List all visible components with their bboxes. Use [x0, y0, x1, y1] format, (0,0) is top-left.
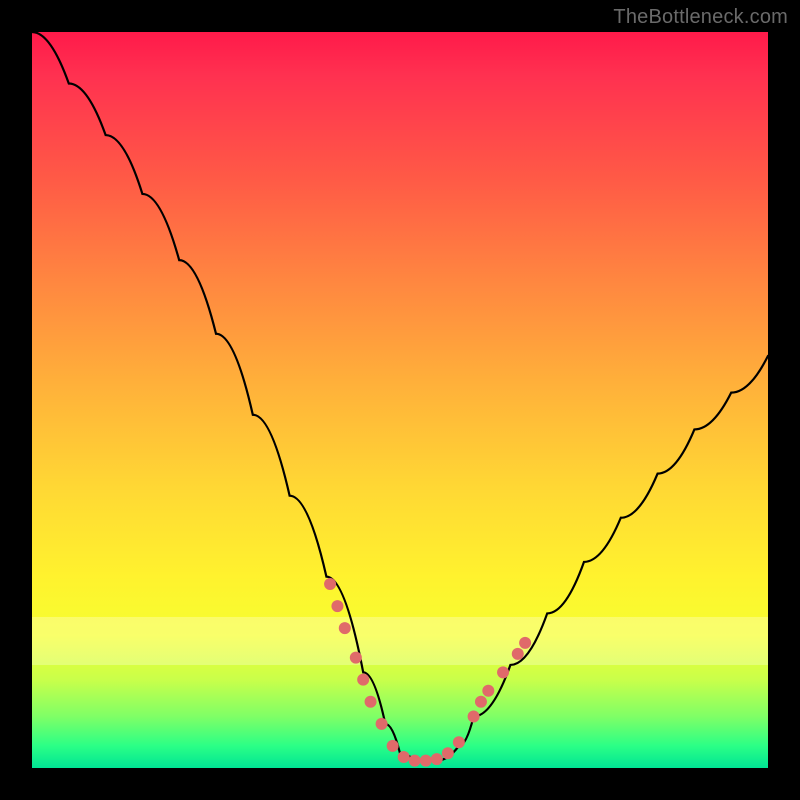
curve-marker	[409, 755, 421, 767]
curve-marker	[497, 666, 509, 678]
curve-marker	[398, 751, 410, 763]
chart-frame: TheBottleneck.com	[0, 0, 800, 800]
curve-marker	[468, 710, 480, 722]
curve-marker	[324, 578, 336, 590]
curve-marker	[475, 696, 487, 708]
curve-marker	[482, 685, 494, 697]
curve-marker	[512, 648, 524, 660]
curve-marker	[357, 674, 369, 686]
curve-marker	[453, 736, 465, 748]
curve-marker	[519, 637, 531, 649]
bottleneck-curve	[32, 32, 768, 761]
plot-area	[32, 32, 768, 768]
curve-marker	[365, 696, 377, 708]
curve-marker	[420, 755, 432, 767]
curve-marker	[339, 622, 351, 634]
curve-marker	[442, 747, 454, 759]
curve-markers	[324, 578, 531, 767]
watermark-text: TheBottleneck.com	[613, 6, 788, 29]
curve-marker	[331, 600, 343, 612]
curve-marker	[431, 753, 443, 765]
curve-marker	[376, 718, 388, 730]
curve-marker	[350, 652, 362, 664]
curve-svg	[32, 32, 768, 768]
curve-marker	[387, 740, 399, 752]
